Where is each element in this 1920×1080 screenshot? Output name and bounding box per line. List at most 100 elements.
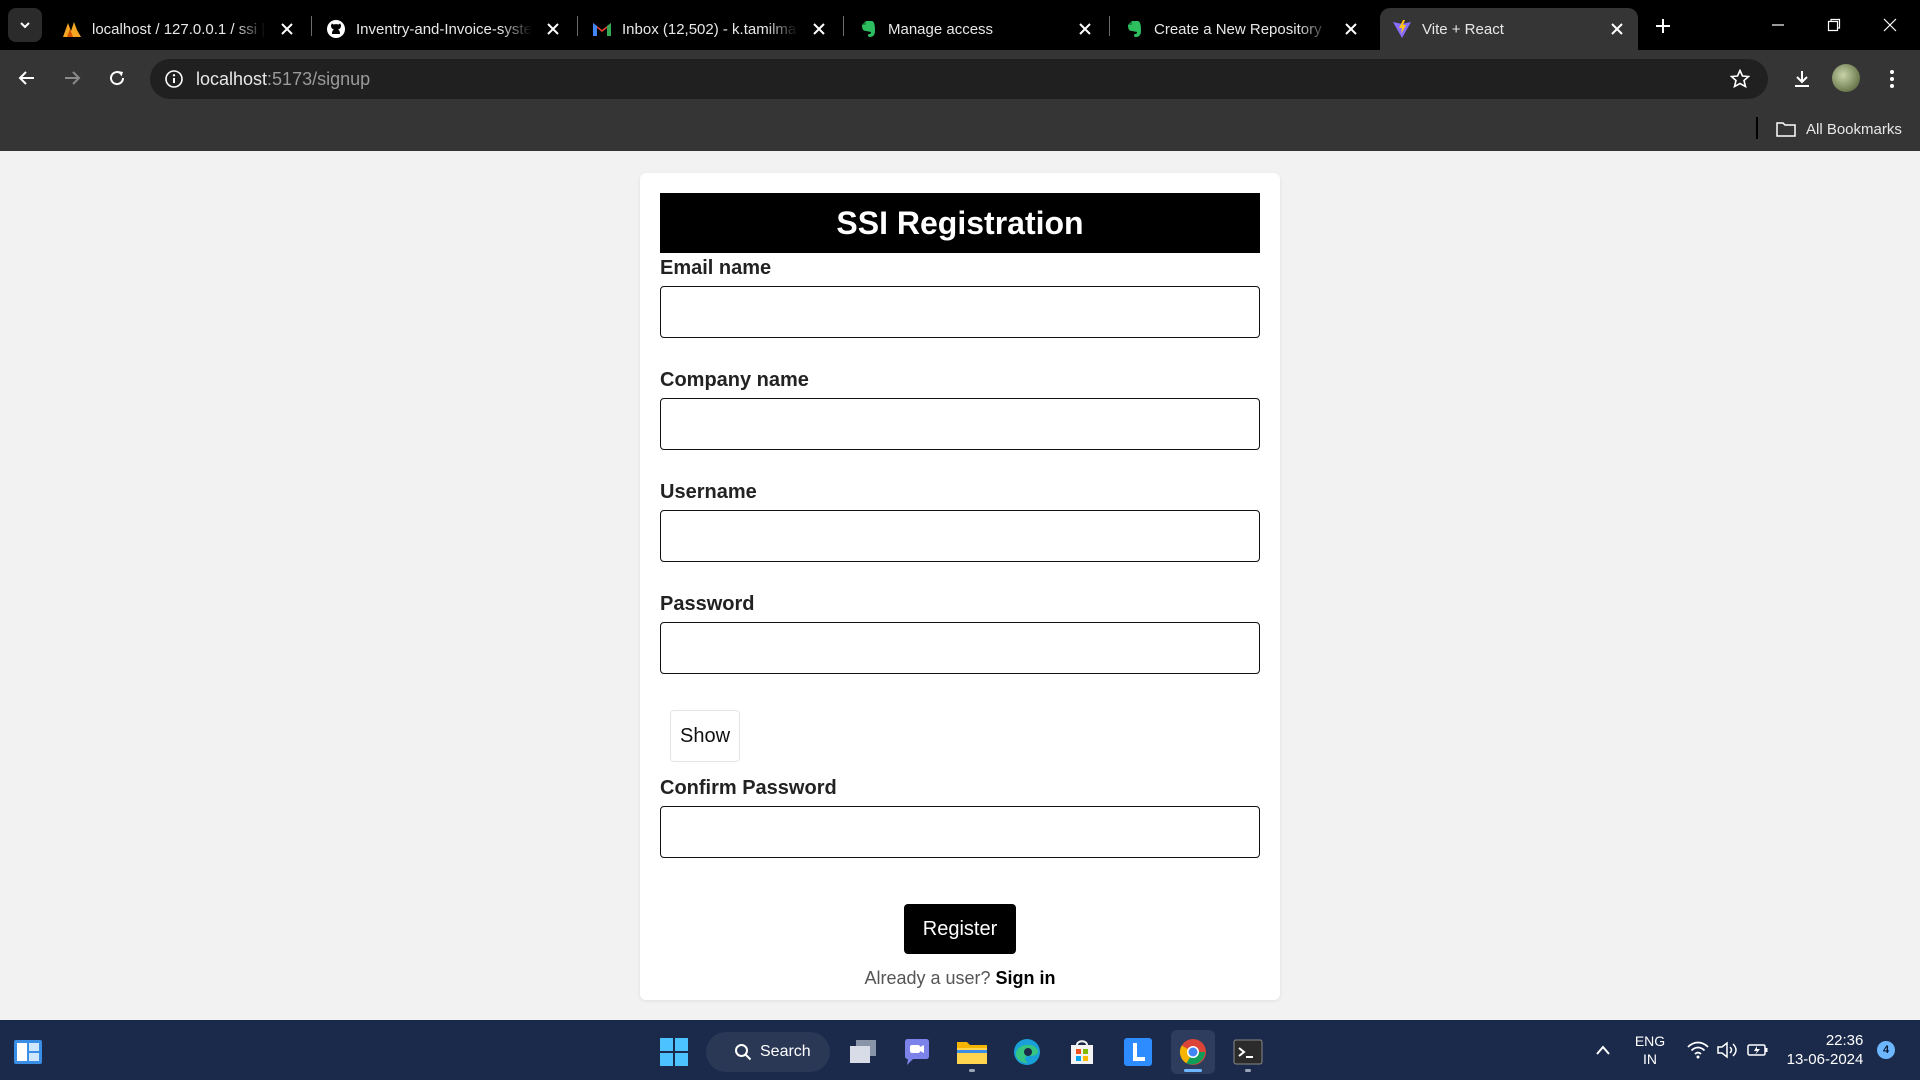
restore-icon bbox=[1827, 18, 1841, 32]
show-hidden-icons-button[interactable] bbox=[1588, 1020, 1618, 1080]
running-indicator bbox=[1245, 1069, 1251, 1072]
terminal-icon bbox=[1233, 1039, 1263, 1065]
all-bookmarks-button[interactable]: All Bookmarks bbox=[1776, 118, 1902, 140]
tab-github[interactable]: Inventry-and-Invoice-system bbox=[314, 8, 574, 50]
all-bookmarks-label: All Bookmarks bbox=[1806, 120, 1902, 138]
profile-avatar[interactable] bbox=[1832, 64, 1860, 92]
username-input[interactable] bbox=[660, 510, 1260, 562]
tab-title: localhost / 127.0.0.1 / ssi | phpMyAdmin bbox=[92, 20, 266, 38]
windows-start-icon bbox=[660, 1038, 688, 1066]
page-title: SSI Registration bbox=[660, 193, 1260, 253]
show-password-button[interactable]: Show bbox=[670, 710, 740, 762]
file-explorer-button[interactable] bbox=[950, 1030, 994, 1074]
browser-menu-button[interactable] bbox=[1876, 63, 1908, 95]
chrome-button[interactable] bbox=[1171, 1030, 1215, 1074]
running-indicator bbox=[969, 1069, 975, 1072]
battery-status[interactable] bbox=[1744, 1020, 1772, 1080]
date-text: 13-06-2024 bbox=[1786, 1051, 1864, 1068]
time-text: 22:36 bbox=[1825, 1032, 1864, 1049]
tab-separator bbox=[577, 16, 578, 36]
tab-phpmyadmin[interactable]: localhost / 127.0.0.1 / ssi | phpMyAdmin bbox=[50, 8, 308, 50]
chrome-icon bbox=[1179, 1039, 1206, 1065]
evernote-icon bbox=[858, 19, 878, 39]
tab-vite-react[interactable]: Vite + React bbox=[1380, 8, 1638, 50]
email-label: Email name bbox=[660, 257, 772, 279]
site-info-icon[interactable] bbox=[162, 67, 186, 91]
language-indicator[interactable]: ENG IN bbox=[1626, 1020, 1674, 1080]
confirm-password-input[interactable] bbox=[660, 806, 1260, 858]
close-icon bbox=[1883, 18, 1897, 32]
plus-icon bbox=[1656, 19, 1670, 33]
clock[interactable]: 22:36 13-06-2024 bbox=[1782, 1020, 1868, 1080]
tab-gmail[interactable]: Inbox (12,502) - k.tamilmani bbox=[580, 8, 840, 50]
edge-button[interactable] bbox=[1005, 1030, 1049, 1074]
close-icon[interactable] bbox=[1606, 18, 1628, 40]
widgets-icon bbox=[14, 1040, 42, 1064]
language-code: ENG bbox=[1634, 1033, 1666, 1049]
taskbar: Search ENG IN 22:36 13-06-2024 4 bbox=[0, 1020, 1920, 1080]
close-icon[interactable] bbox=[542, 18, 564, 40]
username-label: Username bbox=[660, 481, 757, 503]
teams-chat-icon bbox=[905, 1039, 929, 1065]
search-icon bbox=[735, 1044, 752, 1061]
register-button[interactable]: Register bbox=[904, 904, 1016, 954]
reload-button[interactable] bbox=[99, 60, 135, 96]
tab-search-button[interactable] bbox=[8, 8, 42, 42]
terminal-button[interactable] bbox=[1226, 1030, 1270, 1074]
close-window-button[interactable] bbox=[1862, 0, 1918, 50]
file-explorer-icon bbox=[957, 1042, 987, 1064]
forward-button[interactable] bbox=[54, 60, 90, 96]
notification-count-badge: 4 bbox=[1877, 1041, 1895, 1059]
search-label: Search bbox=[760, 1043, 811, 1060]
chevron-down-icon bbox=[20, 22, 30, 29]
company-input[interactable] bbox=[660, 398, 1260, 450]
downloads-button[interactable] bbox=[1786, 63, 1818, 95]
close-icon[interactable] bbox=[276, 18, 298, 40]
github-icon bbox=[326, 19, 346, 39]
l-app-button[interactable] bbox=[1116, 1030, 1160, 1074]
tab-strip: localhost / 127.0.0.1 / ssi | phpMyAdmin… bbox=[0, 0, 1920, 50]
taskbar-search[interactable]: Search bbox=[706, 1032, 830, 1072]
password-input[interactable] bbox=[660, 622, 1260, 674]
wifi-status[interactable] bbox=[1684, 1020, 1712, 1080]
bookmark-star-icon[interactable] bbox=[1728, 67, 1752, 91]
tab-separator bbox=[311, 16, 312, 36]
widgets-button[interactable] bbox=[6, 1030, 50, 1074]
chevron-up-icon bbox=[1596, 1045, 1610, 1055]
bookmarks-bar: All Bookmarks bbox=[0, 107, 1920, 151]
close-icon[interactable] bbox=[1340, 18, 1362, 40]
close-icon[interactable] bbox=[808, 18, 830, 40]
notification-center-button[interactable]: 4 bbox=[1874, 1020, 1898, 1080]
microsoft-store-icon bbox=[1071, 1040, 1093, 1064]
registration-card: SSI Registration Email name Company name… bbox=[640, 173, 1280, 1000]
microsoft-store-button[interactable] bbox=[1060, 1030, 1104, 1074]
arrow-left-icon bbox=[18, 71, 34, 85]
tab-title: Create a New Repository bbox=[1154, 20, 1322, 38]
email-input[interactable] bbox=[660, 286, 1260, 338]
tab-create-repository[interactable]: Create a New Repository bbox=[1112, 8, 1372, 50]
minimize-icon bbox=[1772, 24, 1784, 26]
wifi-icon bbox=[1687, 1041, 1709, 1059]
url-text[interactable]: localhost:5173/signup bbox=[196, 69, 370, 90]
back-button[interactable] bbox=[9, 60, 45, 96]
tab-manage-access[interactable]: Manage access bbox=[846, 8, 1106, 50]
tab-title: Vite + React bbox=[1422, 20, 1504, 38]
close-icon[interactable] bbox=[1074, 18, 1096, 40]
speaker-icon bbox=[1717, 1041, 1737, 1059]
tab-separator bbox=[1109, 16, 1110, 36]
minimize-button[interactable] bbox=[1750, 0, 1806, 50]
new-tab-button[interactable] bbox=[1650, 13, 1676, 39]
arrow-right-icon bbox=[65, 71, 81, 85]
restore-button[interactable] bbox=[1806, 0, 1862, 50]
start-button[interactable] bbox=[652, 1030, 696, 1074]
signin-prompt-text: Already a user? bbox=[864, 968, 991, 988]
signin-link[interactable]: Sign in bbox=[996, 968, 1056, 988]
l-app-icon bbox=[1124, 1038, 1152, 1066]
address-bar[interactable]: localhost:5173/signup bbox=[150, 59, 1768, 99]
teams-chat-button[interactable] bbox=[895, 1030, 939, 1074]
battery-charging-icon bbox=[1747, 1044, 1768, 1056]
company-label: Company name bbox=[660, 369, 809, 391]
task-view-button[interactable] bbox=[841, 1030, 885, 1074]
volume-status[interactable] bbox=[1714, 1020, 1742, 1080]
vite-icon bbox=[1392, 19, 1412, 39]
